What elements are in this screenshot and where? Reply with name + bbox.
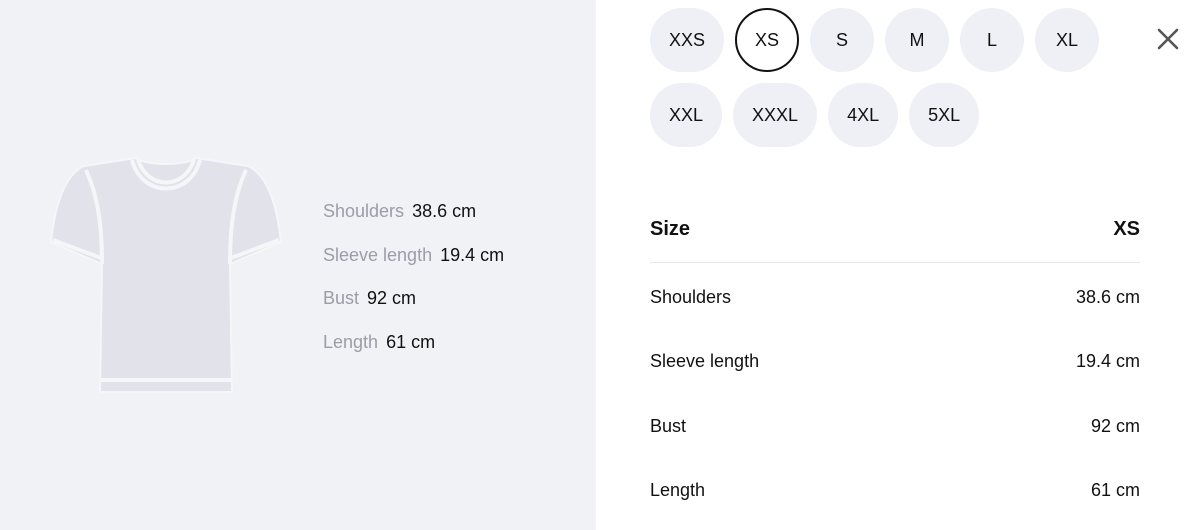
garment-panel: Shoulders 38.6 cm Sleeve length 19.4 cm Bu…	[0, 0, 596, 530]
size-option-xl[interactable]: XL	[1035, 8, 1100, 72]
measure-label: Sleeve length	[323, 244, 433, 265]
size-option-4xl[interactable]: 4XL	[828, 83, 899, 147]
size-row-1: XXS XS S M L XL	[650, 8, 1110, 72]
measure-value: 92 cm	[367, 288, 417, 308]
table-row-label: Sleeve length	[650, 351, 760, 372]
size-table-body: Shoulders 38.6 cm Sleeve length 19.4 cm …	[650, 263, 1140, 523]
garment-measurements: Shoulders 38.6 cm Sleeve length 19.4 cm Bu…	[323, 199, 504, 373]
size-header-value: XS	[1113, 217, 1140, 240]
tshirt-icon	[49, 156, 283, 393]
table-row: Bust 92 cm	[650, 394, 1140, 459]
table-row-value: 92 cm	[1090, 415, 1140, 436]
size-row-2: XXL XXXL 4XL 5XL	[650, 83, 1110, 147]
size-option-s[interactable]: S	[810, 8, 875, 72]
size-option-xxxl[interactable]: XXXL	[733, 83, 818, 147]
size-option-xxl[interactable]: XXL	[650, 83, 723, 147]
measure-value: 61 cm	[386, 331, 436, 352]
measure-row-length: Length 61 cm	[323, 330, 504, 374]
table-row-value: 61 cm	[1090, 480, 1140, 501]
size-header-label: Size	[650, 217, 691, 240]
size-option-m[interactable]: M	[885, 8, 950, 72]
table-row-value: 19.4 cm	[1075, 351, 1140, 372]
size-option-xs[interactable]: XS	[735, 8, 800, 72]
close-icon[interactable]	[1154, 25, 1182, 53]
measure-value: 19.4 cm	[440, 244, 505, 265]
measure-label: Bust	[323, 288, 360, 308]
measure-row-bust: Bust 92 cm	[323, 286, 504, 330]
size-option-l[interactable]: L	[960, 8, 1025, 72]
measure-row-shoulders: Shoulders 38.6 cm	[323, 199, 504, 243]
size-table-header: Size XS	[650, 196, 1140, 263]
size-option-xxs[interactable]: XXS	[650, 8, 725, 72]
measure-label: Length	[323, 331, 379, 352]
table-row-value: 38.6 cm	[1075, 286, 1140, 307]
table-row-label: Shoulders	[650, 286, 732, 307]
table-row-label: Length	[650, 480, 706, 501]
measure-label: Shoulders	[323, 201, 405, 221]
measure-row-sleeve-length: Sleeve length 19.4 cm	[323, 243, 504, 287]
table-row-label: Bust	[650, 415, 687, 436]
table-row: Shoulders 38.6 cm	[650, 265, 1140, 330]
size-selector: XXS XS S M L XL XXL XXXL 4XL 5XL	[650, 8, 1110, 158]
size-option-5xl[interactable]: 5XL	[909, 83, 980, 147]
table-row: Sleeve length 19.4 cm	[650, 330, 1140, 395]
measure-value: 38.6 cm	[412, 201, 477, 221]
size-table: Size XS Shoulders 38.6 cm Sleeve length …	[650, 196, 1140, 523]
table-row: Length 61 cm	[650, 459, 1140, 524]
